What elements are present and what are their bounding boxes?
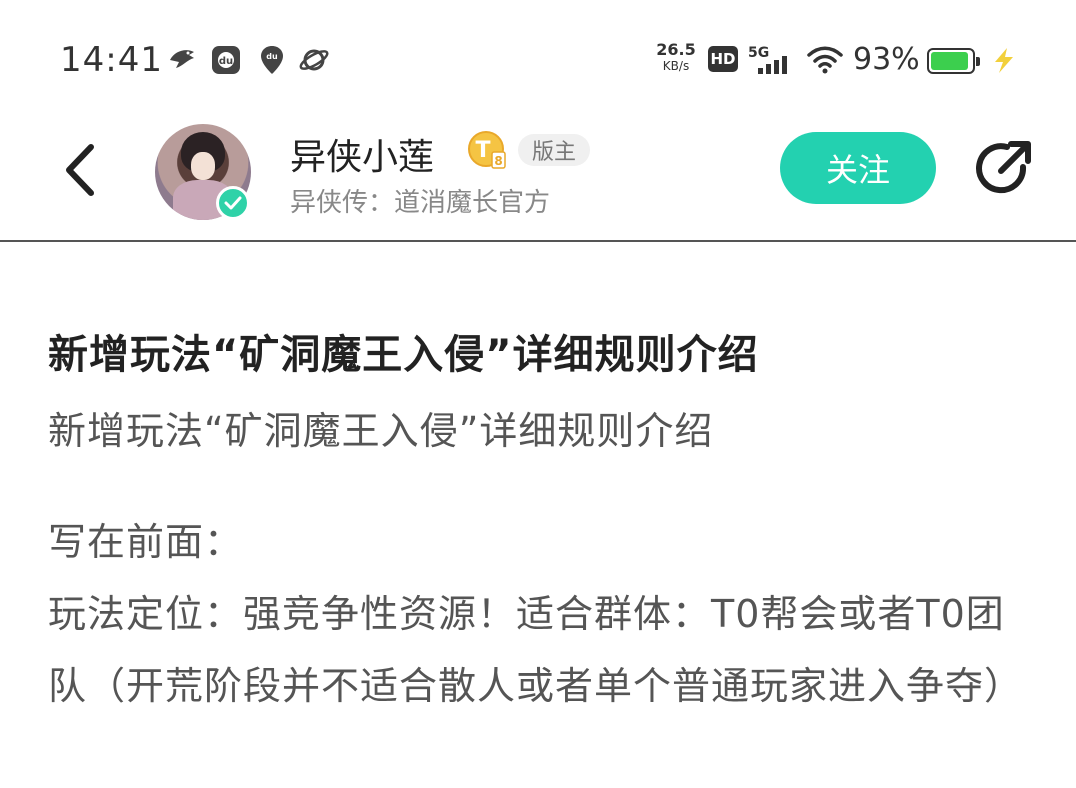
location-du-icon: du — [256, 44, 288, 76]
wifi-icon — [806, 44, 844, 76]
level-badge-icon: T 8 — [467, 130, 507, 170]
post-subtitle: 新增玩法“矿洞魔王入侵”详细规则介绍 — [48, 409, 714, 453]
battery-fill — [931, 52, 969, 70]
share-icon — [976, 141, 1031, 194]
svg-text:du: du — [219, 56, 233, 67]
user-subtitle: 异侠传：道消魔长官方 — [290, 188, 551, 218]
post-title: 新增玩法“矿洞魔王入侵”详细规则介绍 — [48, 332, 759, 378]
net-speed: 26.5 KB/s — [654, 42, 698, 74]
bird-icon — [166, 44, 198, 76]
planet-icon — [298, 44, 330, 76]
post-body: 写在前面： 玩法定位：强竞争性资源！适合群体：T0帮会或者T0团队（开荒阶段并不… — [48, 506, 1028, 722]
moderator-badge: 版主 — [518, 134, 591, 166]
level-badge-letter: T — [475, 138, 490, 163]
post-paragraph: 玩法定位：强竞争性资源！适合群体：T0帮会或者T0团队（开荒阶段并不适合散人或者… — [48, 592, 1024, 708]
follow-button[interactable]: 关注 — [780, 132, 936, 204]
verified-check-icon — [216, 186, 250, 220]
post-header: 异侠小莲 T 8 版主 异侠传：道消魔长官方 关注 — [0, 110, 1076, 242]
signal-bars-icon: 5G — [746, 44, 796, 76]
battery-percent: 93% — [853, 42, 920, 77]
net-speed-value: 26.5 — [656, 40, 696, 59]
level-badge-number: 8 — [494, 154, 502, 168]
charging-bolt-icon — [988, 44, 1020, 76]
battery-icon — [927, 48, 980, 74]
net-speed-unit: KB/s — [662, 59, 690, 73]
back-button[interactable] — [56, 140, 104, 200]
du-app-icon: du — [210, 44, 242, 76]
signal-type: 5G — [748, 45, 769, 61]
hd-badge: HD — [708, 46, 738, 72]
status-bar: 14:41 du du 26.5 KB/s HD 5G 93% — [0, 0, 1076, 110]
svg-text:du: du — [266, 52, 278, 61]
share-button[interactable] — [968, 134, 1038, 204]
chevron-left-icon — [66, 144, 94, 196]
post-paragraph: 写在前面： — [48, 520, 244, 564]
user-name[interactable]: 异侠小莲 — [290, 128, 434, 180]
status-time: 14:41 — [60, 40, 163, 80]
